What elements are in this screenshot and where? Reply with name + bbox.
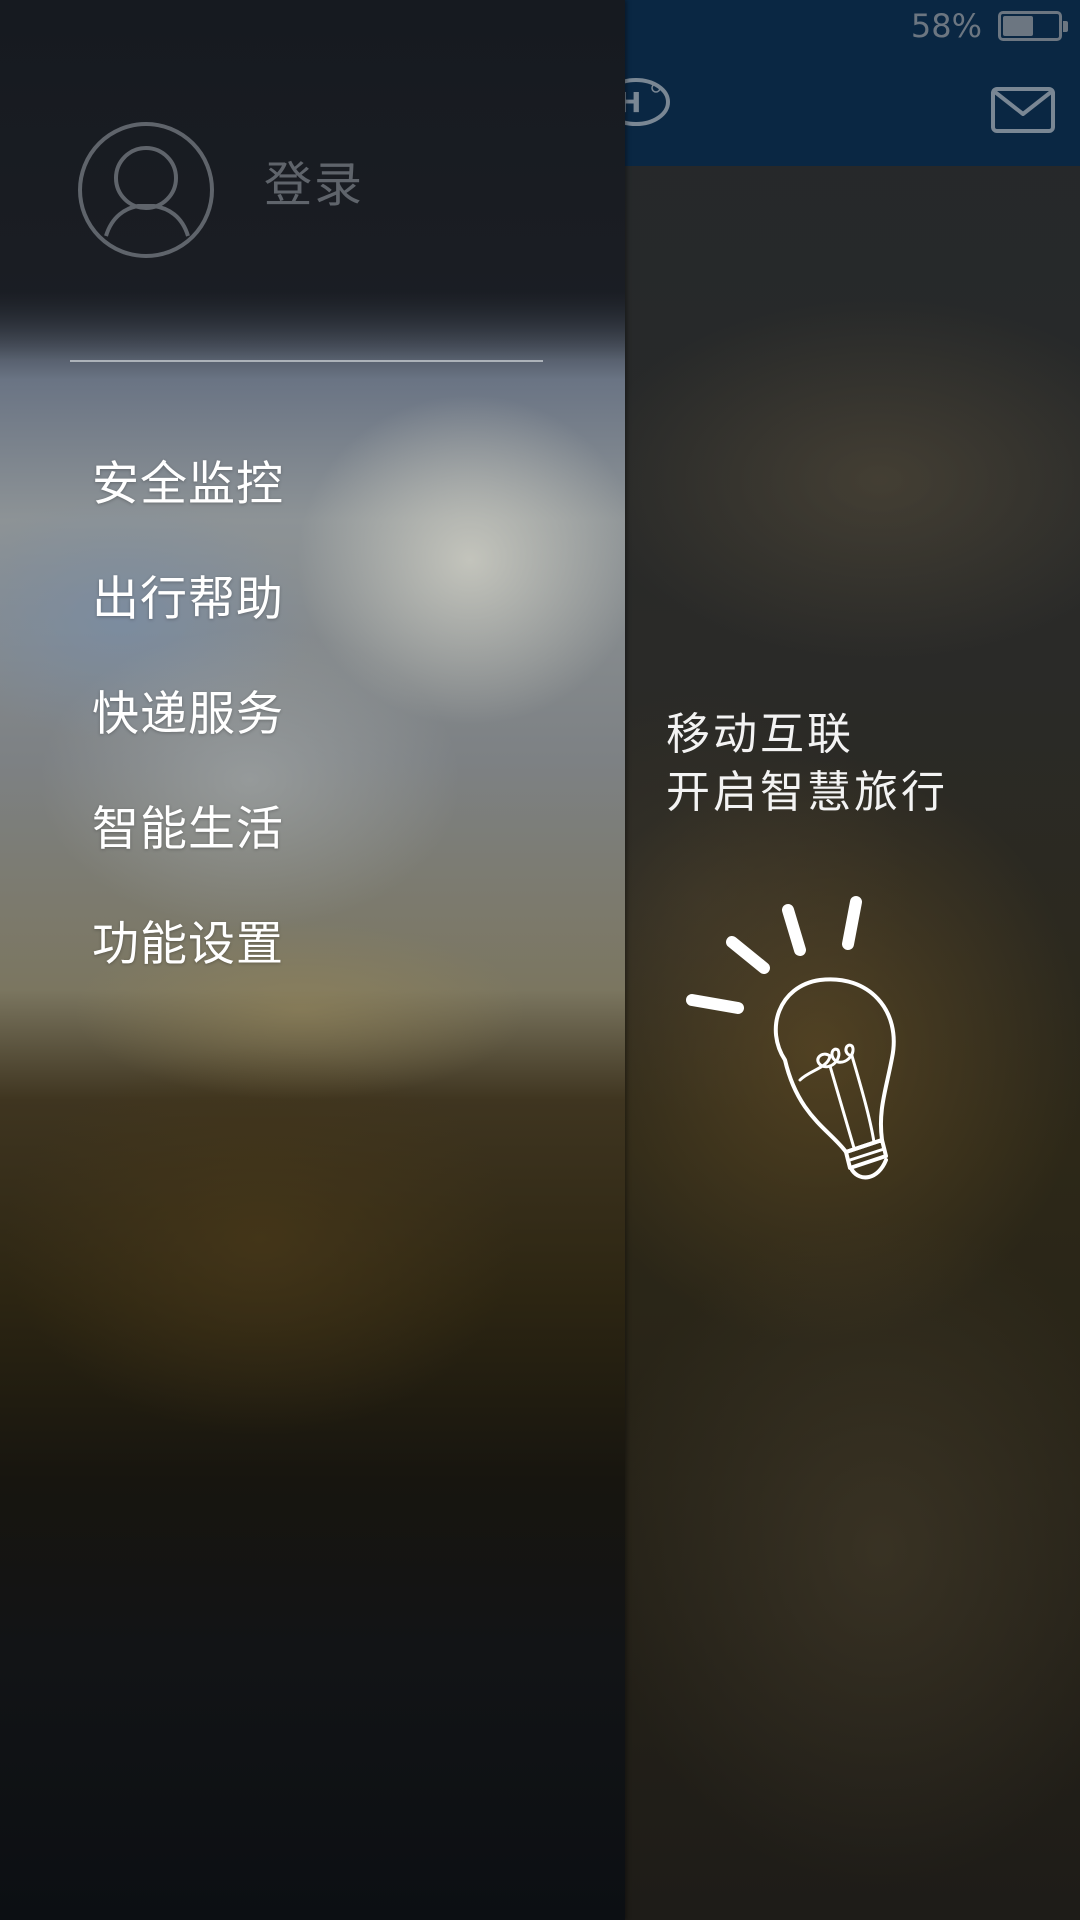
lightbulb-icon xyxy=(686,896,896,1180)
app-screen: 58% H 移动互联 开启智慧旅行 登录 安全监控 出行帮助 快递服务 智能生活… xyxy=(0,0,1080,1920)
menu-item-label: 智能生活 xyxy=(92,802,284,857)
slogan-line-1: 移动互联 xyxy=(666,709,854,760)
menu-item-travel-help[interactable]: 出行帮助 xyxy=(92,565,284,680)
battery-fill xyxy=(1003,16,1033,36)
status-bar: 58% xyxy=(911,0,1080,52)
battery-percent: 58% xyxy=(910,7,982,45)
drawer-divider xyxy=(70,360,543,362)
menu-item-label: 功能设置 xyxy=(92,917,284,972)
login-link[interactable]: 登录 xyxy=(264,150,364,220)
battery-icon xyxy=(998,11,1068,41)
menu-item-label: 快递服务 xyxy=(92,687,284,742)
menu-item-function-settings[interactable]: 功能设置 xyxy=(92,910,284,1025)
mail-icon[interactable] xyxy=(990,86,1056,134)
menu-item-express-service[interactable]: 快递服务 xyxy=(92,680,284,795)
slogan: 移动互联 开启智慧旅行 xyxy=(666,706,948,822)
user-avatar-icon[interactable] xyxy=(76,120,216,260)
battery-tip xyxy=(1063,21,1068,32)
menu-item-label: 出行帮助 xyxy=(92,572,284,627)
side-drawer[interactable]: 登录 安全监控 出行帮助 快递服务 智能生活 功能设置 xyxy=(0,0,625,1920)
menu-item-smart-life[interactable]: 智能生活 xyxy=(92,795,284,910)
drawer-menu: 安全监控 出行帮助 快递服务 智能生活 功能设置 xyxy=(92,450,284,1025)
slogan-line-2: 开启智慧旅行 xyxy=(666,767,948,818)
menu-item-label: 安全监控 xyxy=(92,457,284,512)
menu-item-security-monitoring[interactable]: 安全监控 xyxy=(92,450,284,565)
